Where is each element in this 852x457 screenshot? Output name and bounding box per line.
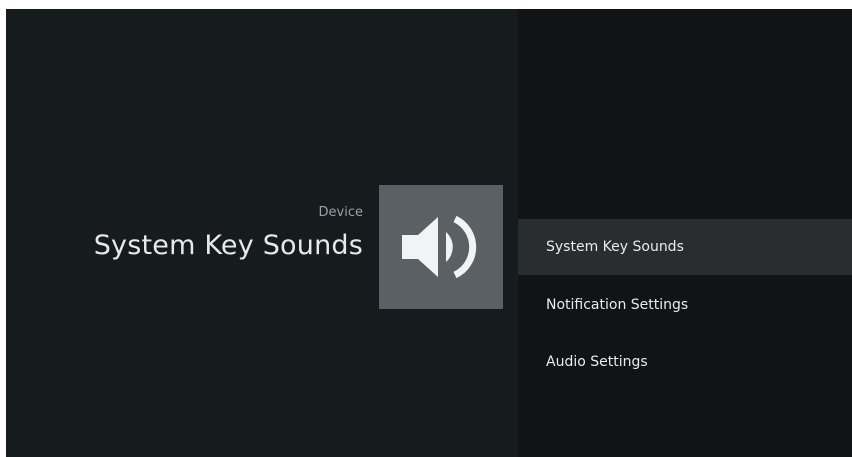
- menu-item-label: Audio Settings: [546, 354, 648, 370]
- menu-item-label: Notification Settings: [546, 297, 689, 313]
- settings-screen: Device System Key Sounds System Key Soun…: [6, 9, 852, 457]
- menu-item-system-key-sounds[interactable]: System Key Sounds: [518, 219, 852, 275]
- speaker-volume-icon: [402, 215, 477, 279]
- breadcrumb: Device: [318, 205, 363, 220]
- menu-item-audio-settings[interactable]: Audio Settings: [518, 334, 852, 390]
- menu-item-label: System Key Sounds: [546, 239, 684, 255]
- menu-item-notification-settings[interactable]: Notification Settings: [518, 277, 852, 333]
- speaker-icon-tile: [379, 185, 503, 309]
- page-title: System Key Sounds: [93, 230, 363, 261]
- settings-menu: System Key Sounds Notification Settings …: [518, 9, 852, 457]
- header-pane: Device System Key Sounds: [6, 9, 518, 457]
